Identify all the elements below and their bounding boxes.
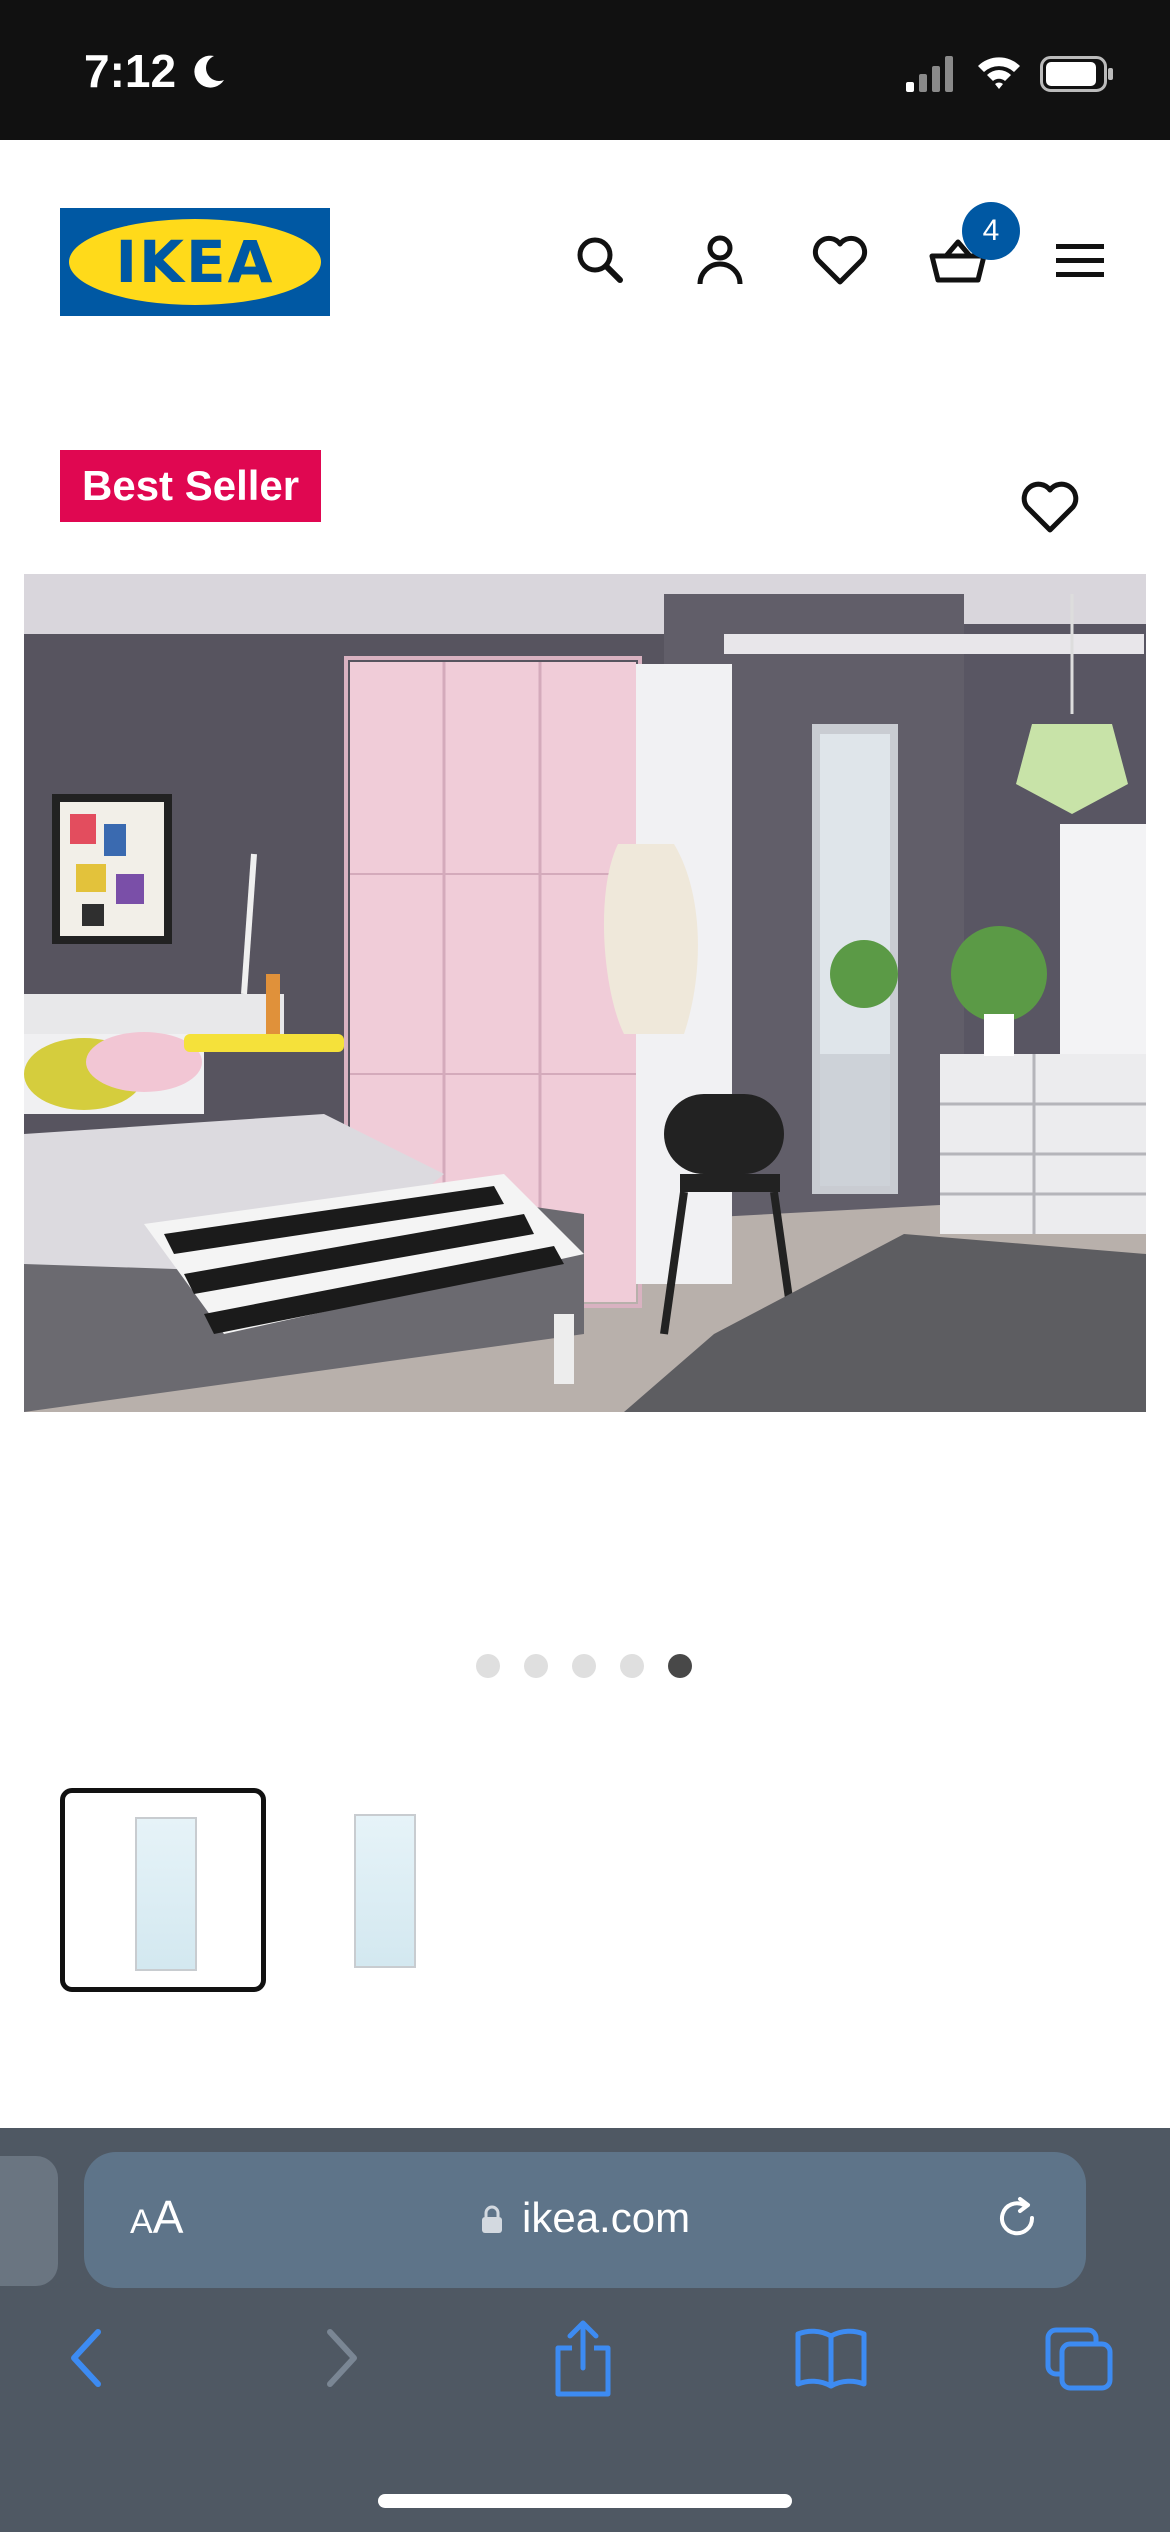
previous-tab-preview[interactable] — [0, 2156, 58, 2286]
best-seller-badge: Best Seller — [60, 450, 322, 522]
moon-icon — [194, 55, 224, 88]
mirror-image — [135, 1817, 197, 1971]
carousel-dot-4[interactable] — [620, 1654, 644, 1678]
text-size-large-label: A — [152, 2191, 184, 2243]
product-image-bedroom[interactable] — [24, 574, 1146, 1412]
cart-count-badge[interactable]: 4 — [962, 202, 1020, 260]
status-bar: 7:12 — [0, 0, 1170, 140]
status-time: 7:12 — [84, 45, 177, 97]
reload-icon[interactable] — [994, 2196, 1040, 2242]
ikea-logo[interactable]: IKEA — [60, 208, 330, 316]
hamburger-menu-icon[interactable] — [1050, 230, 1110, 290]
text-size-button[interactable]: AA — [130, 2190, 183, 2244]
forward-chevron-icon — [327, 2329, 357, 2387]
cellular-signal-icon — [906, 56, 953, 92]
wifi-icon — [978, 57, 1020, 89]
url-text[interactable]: ikea.com — [522, 2194, 690, 2242]
text-size-small-label: A — [130, 2203, 153, 2241]
share-icon[interactable] — [552, 2318, 614, 2398]
logo-oval: IKEA — [69, 219, 321, 305]
back-chevron-icon[interactable] — [66, 2326, 110, 2390]
account-icon[interactable] — [690, 230, 750, 290]
search-icon[interactable] — [570, 230, 630, 290]
mirror-thumbnail-angle[interactable] — [310, 1788, 470, 1992]
mirror-image — [354, 1814, 416, 1968]
tabs-icon[interactable] — [1044, 2326, 1114, 2392]
home-indicator[interactable] — [378, 2494, 792, 2508]
carousel-dot-3[interactable] — [572, 1654, 596, 1678]
carousel-dot-5-active[interactable] — [668, 1654, 692, 1678]
favourite-heart-icon[interactable] — [1020, 478, 1080, 536]
carousel-dot-2[interactable] — [524, 1654, 548, 1678]
carousel-dots — [476, 1654, 696, 1680]
bookmarks-book-icon[interactable] — [794, 2326, 868, 2390]
battery-icon — [1040, 56, 1113, 92]
mirror-thumbnail-front[interactable] — [60, 1788, 266, 1992]
logo-text: IKEA — [115, 228, 275, 296]
carousel-dot-1[interactable] — [476, 1654, 500, 1678]
lock-icon — [482, 2205, 502, 2233]
site-header: IKEA 4 — [0, 140, 1170, 380]
wishlist-heart-icon[interactable] — [810, 230, 870, 290]
